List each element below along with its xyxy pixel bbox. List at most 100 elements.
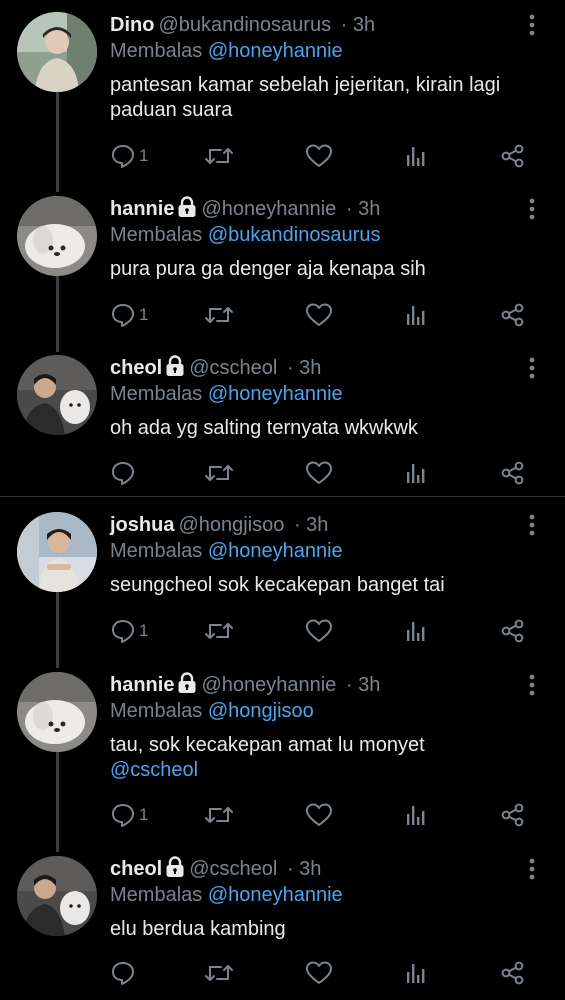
timestamp[interactable]: · 3h <box>294 514 328 536</box>
avatar[interactable] <box>17 512 97 592</box>
retweet-button[interactable] <box>204 141 234 171</box>
reply-to-mention[interactable]: @honeyhannie <box>208 383 343 405</box>
tweet-header: joshua @hongjisoo · 3h <box>110 512 328 538</box>
reply-button[interactable] <box>110 958 139 988</box>
share-button[interactable] <box>500 458 526 488</box>
display-name[interactable]: Dino <box>110 14 154 36</box>
reply-prefix: Membalas <box>110 884 203 906</box>
reply-to-mention[interactable]: @honeyhannie <box>208 540 343 562</box>
like-button[interactable] <box>305 800 333 830</box>
display-name[interactable]: joshua <box>110 514 174 536</box>
retweet-button[interactable] <box>204 958 234 988</box>
avatar-image <box>17 512 97 592</box>
user-handle[interactable]: @honeyhannie <box>201 674 336 696</box>
user-handle[interactable]: @hongjisoo <box>178 514 284 536</box>
tweet[interactable]: cheol @cscheol · 3h Membalas @honeyhannie… <box>0 856 565 996</box>
like-button[interactable] <box>305 958 333 988</box>
display-name[interactable]: hannie <box>110 198 174 220</box>
thread-separator <box>0 496 565 497</box>
retweet-button[interactable] <box>204 458 234 488</box>
tweet[interactable]: Dino @bukandinosaurus · 3h Membalas @hone… <box>0 12 565 192</box>
like-button[interactable] <box>305 616 333 646</box>
avatar[interactable] <box>17 12 97 92</box>
reply-to-mention[interactable]: @honeyhannie <box>208 40 343 62</box>
display-name[interactable]: cheol <box>110 858 162 880</box>
avatar[interactable] <box>17 196 97 276</box>
stats-button[interactable] <box>405 458 427 488</box>
reply-to-mention[interactable]: @bukandinosaurus <box>208 224 381 246</box>
reply-button[interactable]: 1 <box>110 616 148 646</box>
share-button[interactable] <box>500 300 526 330</box>
reply-to-mention[interactable]: @hongjisoo <box>208 700 314 722</box>
retweet-button[interactable] <box>204 616 234 646</box>
more-icon[interactable] <box>526 12 538 38</box>
reply-context: Membalas @honeyhannie <box>110 538 343 564</box>
retweet-button[interactable] <box>204 800 234 830</box>
tweet-text: seungcheol sok kecakepan banget tai <box>110 573 550 598</box>
retweet-icon <box>205 148 233 164</box>
tweet[interactable]: hannie @honeyhannie · 3h Membalas @hongji… <box>0 672 565 848</box>
retweet-icon <box>205 965 233 981</box>
tweet-header: hannie @honeyhannie · 3h <box>110 672 380 698</box>
retweet-icon <box>205 465 233 481</box>
like-button[interactable] <box>305 300 333 330</box>
timestamp[interactable]: · 3h <box>346 198 380 220</box>
reply-button[interactable]: 1 <box>110 300 148 330</box>
display-name[interactable]: cheol <box>110 357 162 379</box>
share-icon <box>501 961 524 985</box>
reply-count: 1 <box>139 621 149 640</box>
reply-prefix: Membalas <box>110 40 203 62</box>
tweet[interactable]: cheol @cscheol · 3h Membalas @honeyhannie… <box>0 355 565 495</box>
share-icon <box>501 461 524 485</box>
avatar-image <box>17 12 97 92</box>
stats-icon <box>407 306 425 325</box>
stats-button[interactable] <box>405 300 427 330</box>
share-button[interactable] <box>500 958 526 988</box>
more-icon[interactable] <box>526 856 538 882</box>
timestamp[interactable]: · 3h <box>346 674 380 696</box>
tweet-text-content: pantesan kamar sebelah jejeritan, kirain… <box>110 74 501 121</box>
user-handle[interactable]: @cscheol <box>189 357 277 379</box>
share-button[interactable] <box>500 800 526 830</box>
lock-icon <box>177 196 197 225</box>
tweet[interactable]: joshua @hongjisoo · 3h Membalas @honeyhan… <box>0 512 565 662</box>
user-handle[interactable]: @honeyhannie <box>201 198 336 220</box>
like-icon <box>306 144 332 167</box>
avatar[interactable] <box>17 355 97 435</box>
stats-icon <box>407 964 425 983</box>
like-button[interactable] <box>305 458 333 488</box>
reply-button[interactable]: 1 <box>110 800 148 830</box>
lock-icon <box>177 672 197 701</box>
timestamp[interactable]: · 3h <box>287 357 321 379</box>
more-icon[interactable] <box>526 355 538 381</box>
like-button[interactable] <box>305 141 333 171</box>
share-button[interactable] <box>500 141 526 171</box>
display-name[interactable]: hannie <box>110 674 174 696</box>
stats-button[interactable] <box>405 800 427 830</box>
avatar[interactable] <box>17 672 97 752</box>
retweet-button[interactable] <box>204 300 234 330</box>
timestamp[interactable]: · 3h <box>287 858 321 880</box>
share-button[interactable] <box>500 616 526 646</box>
more-icon[interactable] <box>526 196 538 222</box>
tweet-text-content: tau, sok kecakepan amat lu monyet <box>110 734 425 756</box>
tweet[interactable]: hannie @honeyhannie · 3h Membalas @bukand… <box>0 196 565 346</box>
text-mention[interactable]: @cscheol <box>110 758 550 783</box>
user-handle[interactable]: @bukandinosaurus <box>158 14 331 36</box>
reply-button[interactable]: 1 <box>110 141 148 171</box>
user-handle[interactable]: @cscheol <box>189 858 277 880</box>
reply-to-mention[interactable]: @honeyhannie <box>208 884 343 906</box>
stats-button[interactable] <box>405 958 427 988</box>
stats-button[interactable] <box>405 616 427 646</box>
more-icon[interactable] <box>526 672 538 698</box>
reply-button[interactable] <box>110 458 139 488</box>
stats-button[interactable] <box>405 141 427 171</box>
like-icon <box>306 461 332 484</box>
reply-context: Membalas @hongjisoo <box>110 698 314 724</box>
tweet-text-content: seungcheol sok kecakepan banget tai <box>110 574 445 596</box>
timestamp[interactable]: · 3h <box>341 14 375 36</box>
like-icon <box>306 619 332 642</box>
avatar[interactable] <box>17 856 97 936</box>
more-icon[interactable] <box>526 512 538 538</box>
reply-icon <box>112 804 134 827</box>
